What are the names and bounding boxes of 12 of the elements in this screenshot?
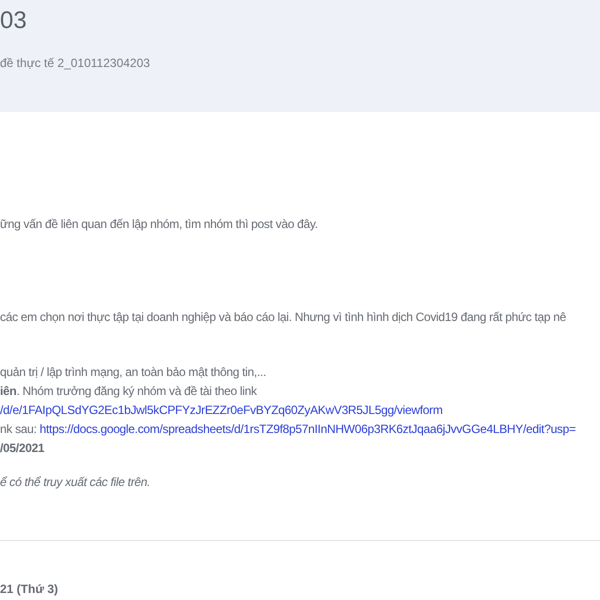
page-subtitle: đề thực tế 2_010112304203 [0,55,151,72]
paragraph: iên. Nhóm trưởng đăng ký nhóm và đề tài theo link [0,383,258,400]
spreadsheet-link[interactable]: https://docs.google.com/spreadsheets/d/1rsTZ9f8p57nIInNHW06p3RK6ztJqaa6jJvvGGe4LBHY/edit?usp= [40,422,576,436]
deadline-text: /05/2021 [0,440,46,457]
page-title: 03 [0,6,28,36]
paragraph: các em chọn nơi thực tập tại doanh nghiệp và báo cáo lại. Nhưng vì tình hình dịch Covid19 đang rất phức tạp nê [0,309,568,326]
section-heading: 21 (Thứ 3) [0,581,60,597]
note-text: ể có thể truy xuất các file trên. [0,474,152,491]
paragraph: nk sau: https://docs.google.com/spreadsheets/d/1rsTZ9f8p57nIInNHW06p3RK6ztJqaa6jJvvGGe4LBHY/edit?usp= [0,421,577,438]
form-link[interactable]: /d/e/1FAIpQLSdYG2Ec1bJwl5kCPFYzJrEZZr0eFvBYZq60ZyAKwV3R5JL5gg/viewform [0,401,600,420]
paragraph: quản trị / lập trình mạng, an toàn bảo mật thông tin,... [0,364,268,381]
paragraph: ững vấn đề liên quan đến lập nhóm, tìm nhóm thì post vào đây. [0,216,319,233]
